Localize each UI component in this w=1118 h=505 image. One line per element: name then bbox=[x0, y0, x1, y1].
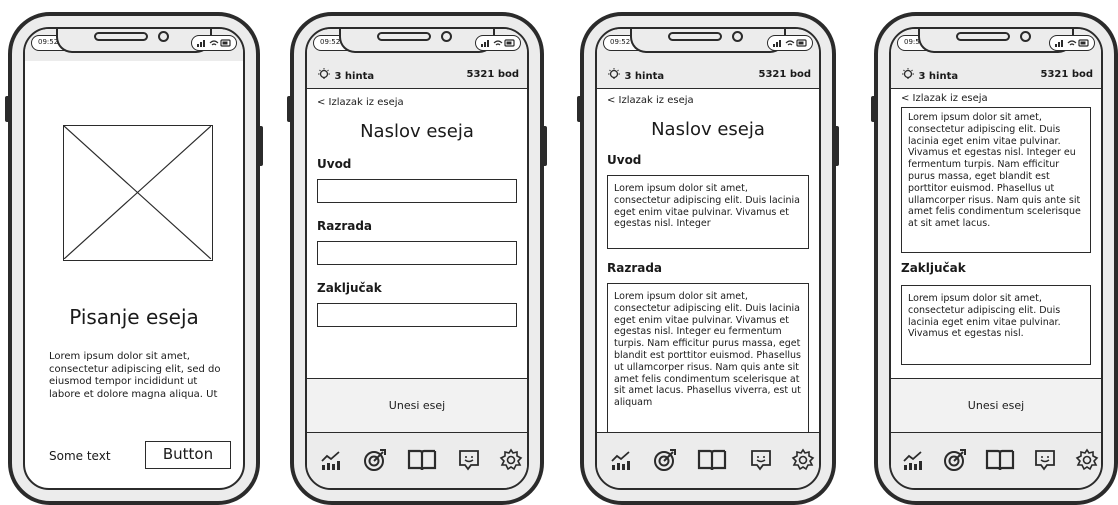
target-icon[interactable] bbox=[653, 448, 677, 472]
book-icon[interactable] bbox=[697, 448, 727, 472]
primary-button[interactable]: Button bbox=[145, 441, 231, 469]
stats-icon[interactable] bbox=[901, 448, 925, 472]
volume-button bbox=[5, 96, 10, 122]
back-link[interactable]: < Izlazak iz eseja bbox=[607, 95, 694, 106]
speaker-icon bbox=[956, 32, 1010, 41]
conclusion-input[interactable] bbox=[317, 303, 517, 327]
chat-icon[interactable] bbox=[749, 448, 773, 472]
points-counter: 5321 bod bbox=[466, 69, 520, 80]
section-label-body: Razrada bbox=[607, 261, 663, 275]
speaker-icon bbox=[377, 32, 431, 41]
power-button bbox=[258, 126, 263, 166]
bottom-nav bbox=[307, 432, 527, 488]
hints-counter[interactable]: 3 hinta bbox=[899, 68, 958, 82]
section-label-intro: Uvod bbox=[607, 153, 642, 167]
chat-icon[interactable] bbox=[1033, 448, 1057, 472]
lightbulb-icon bbox=[608, 68, 620, 79]
section-label-body: Razrada bbox=[317, 219, 373, 233]
status-bar: 09:52 AM bbox=[891, 29, 1101, 61]
settings-icon[interactable] bbox=[499, 448, 523, 472]
submit-essay-button[interactable]: Unesi esej bbox=[307, 378, 527, 432]
screen: 09:52 AM 3 hinta 5321 bod < Izlazak iz e… bbox=[305, 27, 529, 490]
signal-wifi-battery-icon bbox=[197, 39, 231, 47]
volume-button bbox=[577, 96, 582, 122]
bottom-nav bbox=[891, 432, 1101, 488]
notch bbox=[339, 29, 495, 53]
camera-icon bbox=[158, 31, 169, 42]
hints-label: 3 hinta bbox=[918, 71, 959, 82]
camera-icon bbox=[441, 31, 452, 42]
phone-mockup-filled-body: 09:52 AM 3 hinta 5321 bod < Izlazak iz e… bbox=[577, 12, 839, 505]
phone-mockup-empty-form: 09:52 AM 3 hinta 5321 bod < Izlazak iz e… bbox=[287, 12, 547, 505]
camera-icon bbox=[1020, 31, 1031, 42]
lightbulb-icon bbox=[902, 68, 914, 79]
essay-title: Naslov eseja bbox=[360, 121, 474, 142]
back-link[interactable]: < Izlazak iz eseja bbox=[317, 97, 404, 108]
signal-wifi-battery-icon bbox=[773, 39, 807, 47]
image-placeholder-icon bbox=[63, 125, 212, 260]
target-icon[interactable] bbox=[943, 448, 967, 472]
section-label-conclusion: Zaključak bbox=[317, 281, 382, 295]
lightbulb-icon bbox=[318, 68, 330, 79]
status-icons bbox=[767, 35, 813, 51]
status-bar: 09:52 AM bbox=[307, 29, 527, 61]
notch bbox=[56, 29, 212, 53]
volume-button bbox=[871, 96, 876, 122]
header-bar: 3 hinta 5321 bod bbox=[891, 61, 1101, 89]
section-label-conclusion: Zaključak bbox=[901, 261, 966, 275]
chat-icon[interactable] bbox=[457, 448, 481, 472]
intro-paragraph: Lorem ipsum dolor sit amet, consectetur … bbox=[49, 351, 221, 400]
header-bar: 3 hinta 5321 bod bbox=[307, 61, 527, 89]
power-button bbox=[542, 126, 547, 166]
hints-counter[interactable]: 3 hinta bbox=[315, 68, 374, 82]
signal-wifi-battery-icon bbox=[1055, 39, 1089, 47]
speaker-icon bbox=[94, 32, 148, 41]
settings-icon[interactable] bbox=[1075, 448, 1099, 472]
status-icons bbox=[475, 35, 521, 51]
some-text-label: Some text bbox=[49, 449, 111, 463]
screen: 09:52 AM 3 hinta 5321 bod < Izlazak iz e… bbox=[595, 27, 821, 490]
conclusion-text-box[interactable]: Lorem ipsum dolor sit amet, consectetur … bbox=[901, 285, 1091, 365]
points-counter: 5321 bod bbox=[758, 69, 812, 80]
signal-wifi-battery-icon bbox=[481, 39, 515, 47]
intro-text-box[interactable]: Lorem ipsum dolor sit amet, consectetur … bbox=[607, 175, 809, 249]
phone-mockup-intro: 09:52 AM Pisanje eseja Lorem ipsum dolor… bbox=[5, 12, 263, 505]
image-placeholder bbox=[63, 125, 213, 261]
essay-title: Naslov eseja bbox=[651, 119, 765, 140]
stats-icon[interactable] bbox=[319, 448, 343, 472]
bottom-nav bbox=[597, 432, 819, 488]
book-icon[interactable] bbox=[407, 448, 437, 472]
stats-icon[interactable] bbox=[609, 448, 633, 472]
submit-essay-button[interactable]: Unesi esej bbox=[891, 378, 1101, 432]
status-bar: 09:52 AM bbox=[597, 29, 819, 61]
screen: 09:52 AM 3 hinta 5321 bod < Izlazak iz e… bbox=[889, 27, 1103, 490]
hints-label: 3 hinta bbox=[334, 71, 375, 82]
camera-icon bbox=[732, 31, 743, 42]
points-counter: 5321 bod bbox=[1040, 69, 1094, 80]
volume-button bbox=[287, 96, 292, 122]
book-icon[interactable] bbox=[985, 448, 1015, 472]
body-input[interactable] bbox=[317, 241, 517, 265]
notch bbox=[630, 29, 786, 53]
screen: 09:52 AM Pisanje eseja Lorem ipsum dolor… bbox=[23, 27, 245, 490]
page-title: Pisanje eseja bbox=[69, 305, 199, 329]
section-label-intro: Uvod bbox=[317, 157, 352, 171]
speaker-icon bbox=[668, 32, 722, 41]
intro-input[interactable] bbox=[317, 179, 517, 203]
header-bar: 3 hinta 5321 bod bbox=[597, 61, 819, 89]
target-icon[interactable] bbox=[363, 448, 387, 472]
power-button bbox=[834, 126, 839, 166]
settings-icon[interactable] bbox=[791, 448, 815, 472]
status-bar: 09:52 AM bbox=[25, 29, 243, 61]
hints-counter[interactable]: 3 hinta bbox=[605, 68, 664, 82]
back-link[interactable]: < Izlazak iz eseja bbox=[901, 93, 988, 104]
status-icons bbox=[191, 35, 237, 51]
hints-label: 3 hinta bbox=[624, 71, 665, 82]
status-icons bbox=[1049, 35, 1095, 51]
body-text-box[interactable]: Lorem ipsum dolor sit amet, consectetur … bbox=[607, 283, 809, 453]
body-text-box[interactable]: Lorem ipsum dolor sit amet, consectetur … bbox=[901, 107, 1091, 253]
phone-mockup-conclusion: 09:52 AM 3 hinta 5321 bod < Izlazak iz e… bbox=[871, 12, 1118, 505]
